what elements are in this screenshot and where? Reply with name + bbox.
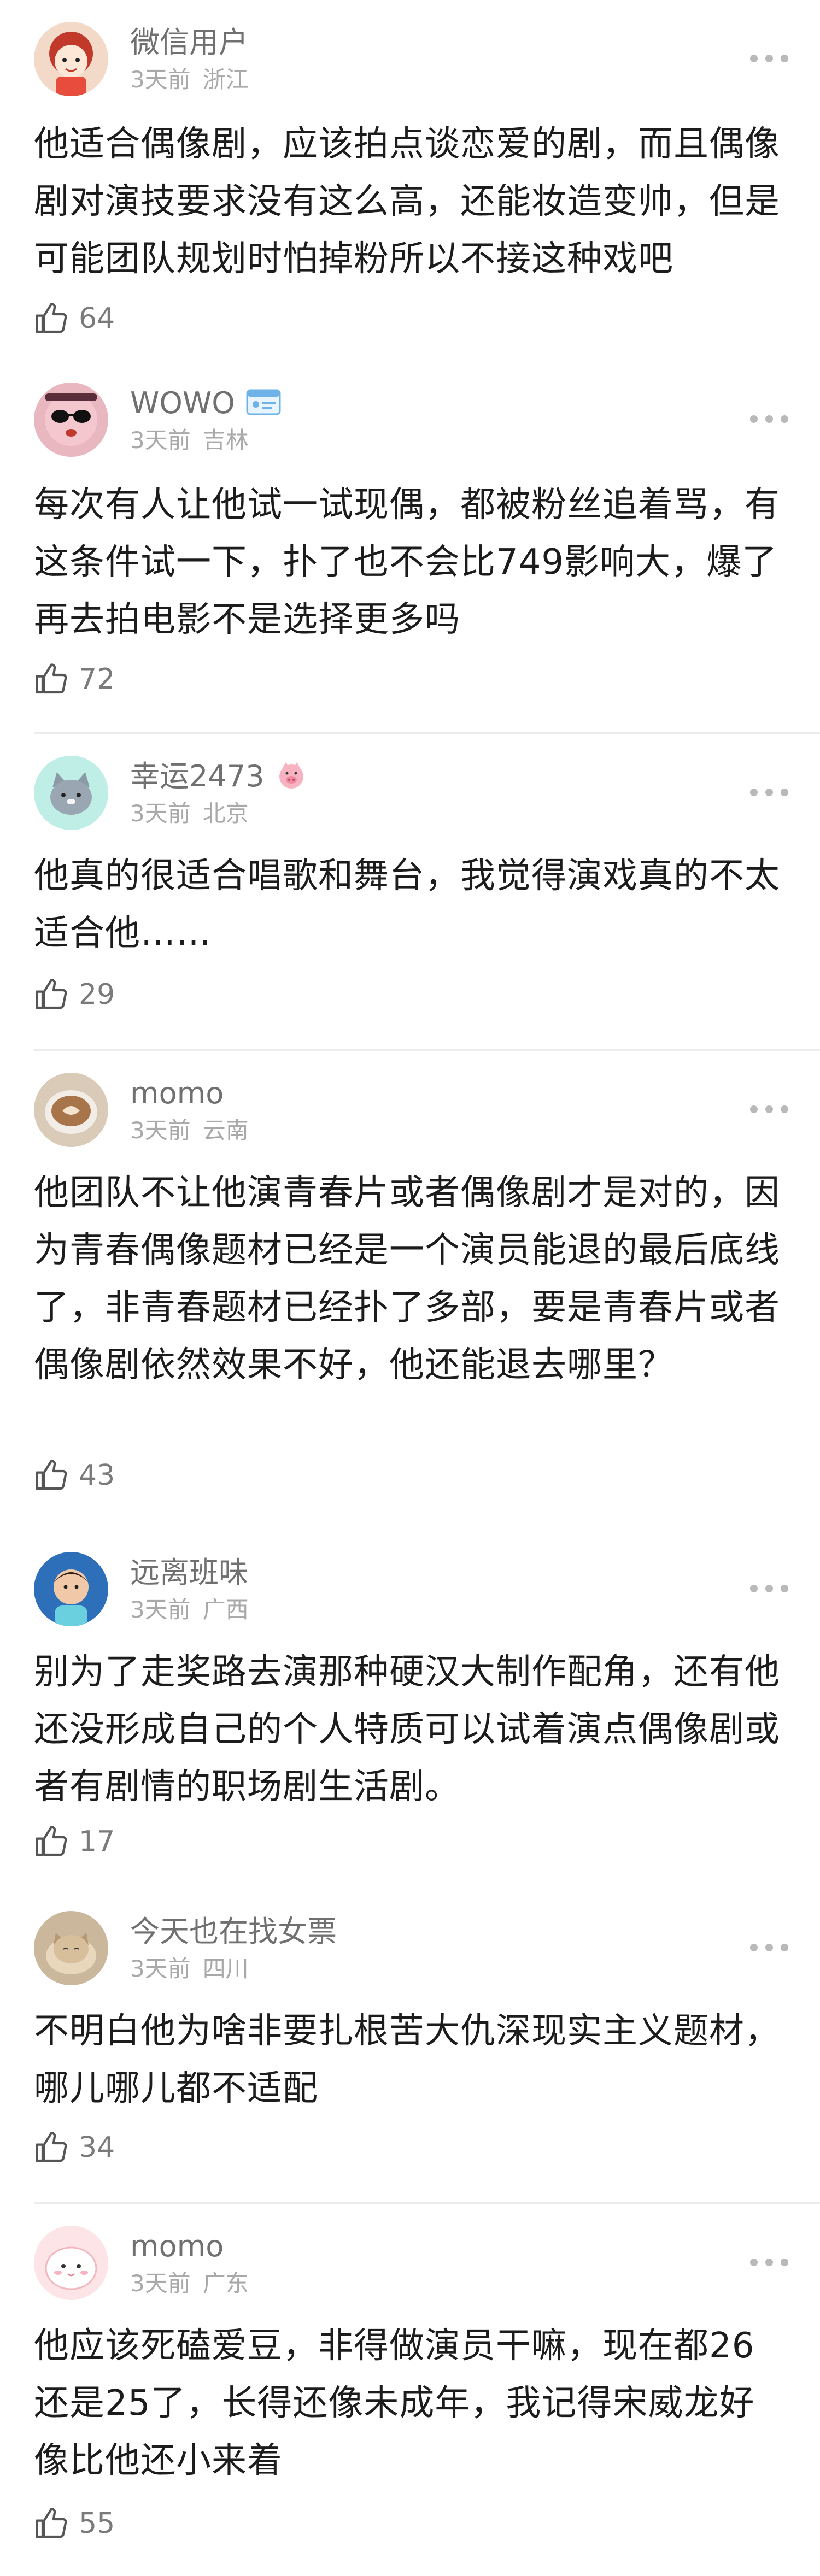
username[interactable]: momo bbox=[130, 2229, 224, 2264]
like-count: 29 bbox=[79, 978, 115, 1011]
timestamp: 3天前 bbox=[130, 800, 191, 827]
thumbs-up-icon bbox=[36, 1826, 67, 1856]
timestamp: 3天前 bbox=[130, 2270, 191, 2297]
avatar[interactable] bbox=[34, 2226, 108, 2300]
comment-item: momo 3天前 云南 他团队不让他演青春片或者偶像剧才是对的，因为青春偶像题材已… bbox=[0, 1051, 820, 1530]
location: 吉林 bbox=[202, 427, 249, 454]
timestamp: 3天前 bbox=[130, 1117, 191, 1144]
comment-text: 不明白他为啥非要扎根苦大仇深现实主义题材，哪儿哪儿都不适配 bbox=[34, 2011, 780, 2109]
avatar[interactable] bbox=[34, 756, 108, 830]
comment-meta: 3天前 广东 bbox=[130, 2269, 249, 2298]
like-count: 34 bbox=[79, 2131, 115, 2164]
cartoon-cat-avatar-icon bbox=[34, 756, 108, 830]
like-button[interactable]: 34 bbox=[34, 2128, 115, 2167]
avatar[interactable] bbox=[34, 1552, 108, 1626]
like-count: 43 bbox=[79, 1459, 115, 1492]
like-button[interactable]: 43 bbox=[34, 1456, 115, 1495]
more-options-icon[interactable] bbox=[750, 415, 788, 423]
comment-meta: 3天前 广西 bbox=[130, 1596, 249, 1624]
username[interactable]: 今天也在找女票 bbox=[130, 1914, 337, 1949]
comment-text: 他真的很适合唱歌和舞台，我觉得演戏真的不太适合他…… bbox=[34, 856, 780, 954]
like-count: 64 bbox=[79, 302, 115, 335]
location: 广东 bbox=[202, 2270, 249, 2297]
thumbs-up-icon bbox=[36, 2132, 67, 2162]
timestamp: 3天前 bbox=[130, 1596, 191, 1623]
location: 四川 bbox=[202, 1955, 249, 1982]
comment-item: WOWO 3天前 吉林 每次有人让他试一试现偶，都被粉丝追着骂，有这条件试一下，扑… bbox=[0, 361, 820, 732]
child-photo-avatar-icon bbox=[34, 1552, 108, 1626]
like-button[interactable]: 29 bbox=[34, 975, 115, 1014]
like-count: 17 bbox=[79, 1825, 115, 1858]
comment-item: momo 3天前 广东 他应该死磕爱豆，非得做演员干嘛，现在都26还是25了，长得… bbox=[0, 2204, 820, 2576]
comment-text: 每次有人让他试一试现偶，都被粉丝追着骂，有这条件试一下，扑了也不会比749影响大… bbox=[34, 485, 780, 640]
username[interactable]: 远离班味 bbox=[130, 1555, 248, 1590]
comment-meta: 3天前 云南 bbox=[130, 1116, 249, 1145]
more-options-icon[interactable] bbox=[750, 1585, 788, 1592]
like-button[interactable]: 64 bbox=[34, 299, 115, 338]
location: 北京 bbox=[202, 800, 249, 827]
more-options-icon[interactable] bbox=[750, 789, 788, 796]
thumbs-up-icon bbox=[36, 663, 67, 694]
timestamp: 3天前 bbox=[130, 66, 191, 93]
avatar[interactable] bbox=[34, 1073, 108, 1147]
like-count: 72 bbox=[79, 663, 115, 696]
comment-feed: 微信用户 3天前 浙江 他适合偶像剧，应该拍点谈恋爱的剧，而且偶像剧对演技要求没有… bbox=[0, 0, 820, 2576]
pink-sunglasses-avatar-icon bbox=[34, 383, 108, 457]
cartoon-girl-avatar-icon bbox=[34, 22, 108, 96]
more-options-icon[interactable] bbox=[750, 55, 788, 62]
cat-photo-avatar-icon bbox=[34, 1911, 108, 1985]
location: 浙江 bbox=[202, 66, 249, 93]
username[interactable]: WOWO bbox=[130, 386, 235, 421]
comment-item: 今天也在找女票 3天前 四川 不明白他为啥非要扎根苦大仇深现实主义题材，哪儿哪儿都… bbox=[0, 1889, 820, 2202]
avatar[interactable] bbox=[34, 383, 108, 457]
pig-badge-icon bbox=[275, 760, 308, 793]
comment-item: 幸运2473 3天前 北京 他真的很适合唱歌和舞台，我觉得演戏真的不太适合他…… … bbox=[0, 734, 820, 1049]
timestamp: 3天前 bbox=[130, 1955, 191, 1982]
username[interactable]: 微信用户 bbox=[130, 25, 248, 60]
comment-text: 他适合偶像剧，应该拍点谈恋爱的剧，而且偶像剧对演技要求没有这么高，还能妆造变帅，… bbox=[34, 124, 780, 279]
thumbs-up-icon bbox=[36, 303, 67, 333]
comment-text: 他团队不让他演青春片或者偶像剧才是对的，因为青春偶像题材已经是一个演员能退的最后… bbox=[34, 1173, 780, 1385]
more-options-icon[interactable] bbox=[750, 2259, 788, 2266]
member-card-icon bbox=[246, 388, 281, 419]
like-button[interactable]: 55 bbox=[34, 2504, 115, 2543]
location: 广西 bbox=[202, 1596, 249, 1623]
thumbs-up-icon bbox=[36, 979, 67, 1009]
comment-item: 微信用户 3天前 浙江 他适合偶像剧，应该拍点谈恋爱的剧，而且偶像剧对演技要求没有… bbox=[0, 0, 820, 361]
timestamp: 3天前 bbox=[130, 427, 191, 454]
pink-blob-avatar-icon bbox=[34, 2226, 108, 2300]
comment-text: 别为了走奖路去演那种硬汉大制作配角，还有他还没形成自己的个人特质可以试着演点偶像… bbox=[34, 1652, 780, 1807]
comment-text: 他应该死磕爱豆，非得做演员干嘛，现在都26还是25了，长得还像未成年，我记得宋威… bbox=[34, 2326, 755, 2481]
username[interactable]: 幸运2473 bbox=[130, 759, 264, 794]
comment-meta: 3天前 四川 bbox=[130, 1955, 249, 1983]
comment-meta: 3天前 浙江 bbox=[130, 66, 249, 94]
thumbs-up-icon bbox=[36, 2508, 67, 2538]
location: 云南 bbox=[202, 1117, 249, 1144]
comment-meta: 3天前 吉林 bbox=[130, 426, 249, 455]
latte-cup-avatar-icon bbox=[34, 1073, 108, 1147]
comment-meta: 3天前 北京 bbox=[130, 799, 249, 828]
more-options-icon[interactable] bbox=[750, 1944, 788, 1951]
like-button[interactable]: 72 bbox=[34, 660, 115, 698]
comment-item: 远离班味 3天前 广西 别为了走奖路去演那种硬汉大制作配角，还有他还没形成自己的个… bbox=[0, 1530, 820, 1889]
avatar[interactable] bbox=[34, 22, 108, 96]
avatar[interactable] bbox=[34, 1911, 108, 1985]
more-options-icon[interactable] bbox=[750, 1105, 788, 1113]
like-count: 55 bbox=[79, 2507, 115, 2540]
thumbs-up-icon bbox=[36, 1460, 67, 1490]
username[interactable]: momo bbox=[130, 1076, 224, 1111]
like-button[interactable]: 17 bbox=[34, 1822, 115, 1861]
